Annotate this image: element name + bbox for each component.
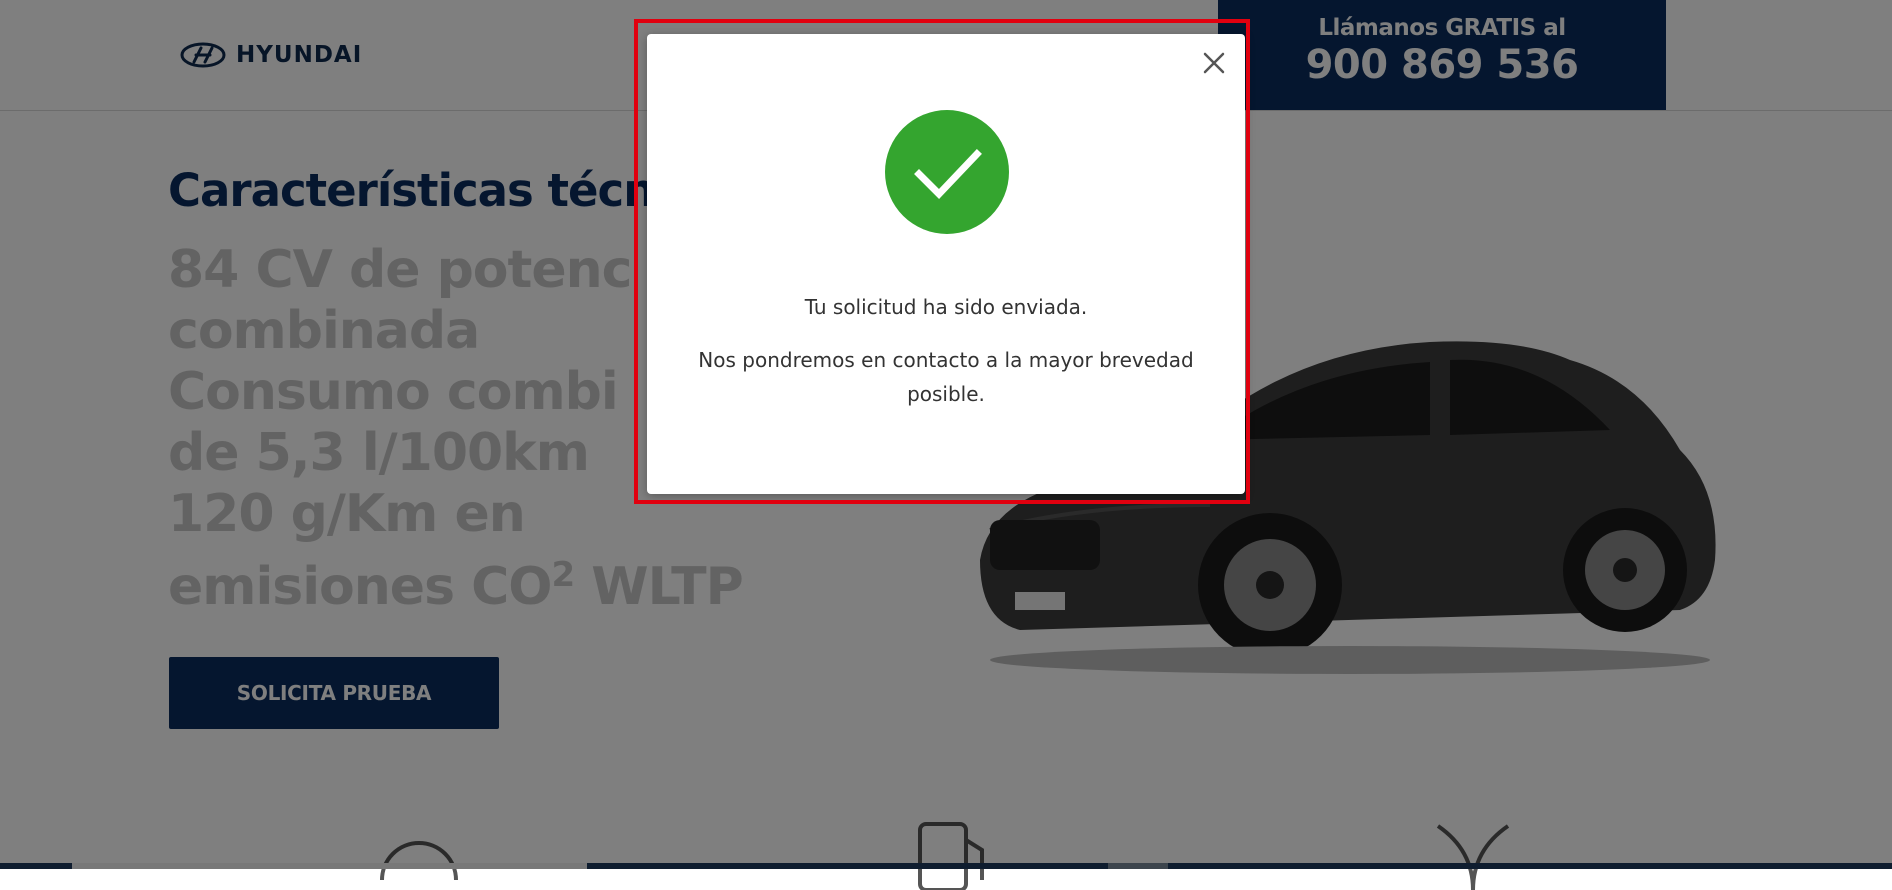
success-modal: Tu solicitud ha sido enviada. Nos pondre… [647, 34, 1245, 494]
close-button[interactable] [1197, 46, 1231, 80]
modal-message-secondary: Nos pondremos en contacto a la mayor bre… [698, 348, 1194, 406]
modal-message-primary: Tu solicitud ha sido enviada. [804, 295, 1088, 319]
close-icon [1203, 52, 1225, 74]
checkmark-icon [885, 110, 1009, 234]
